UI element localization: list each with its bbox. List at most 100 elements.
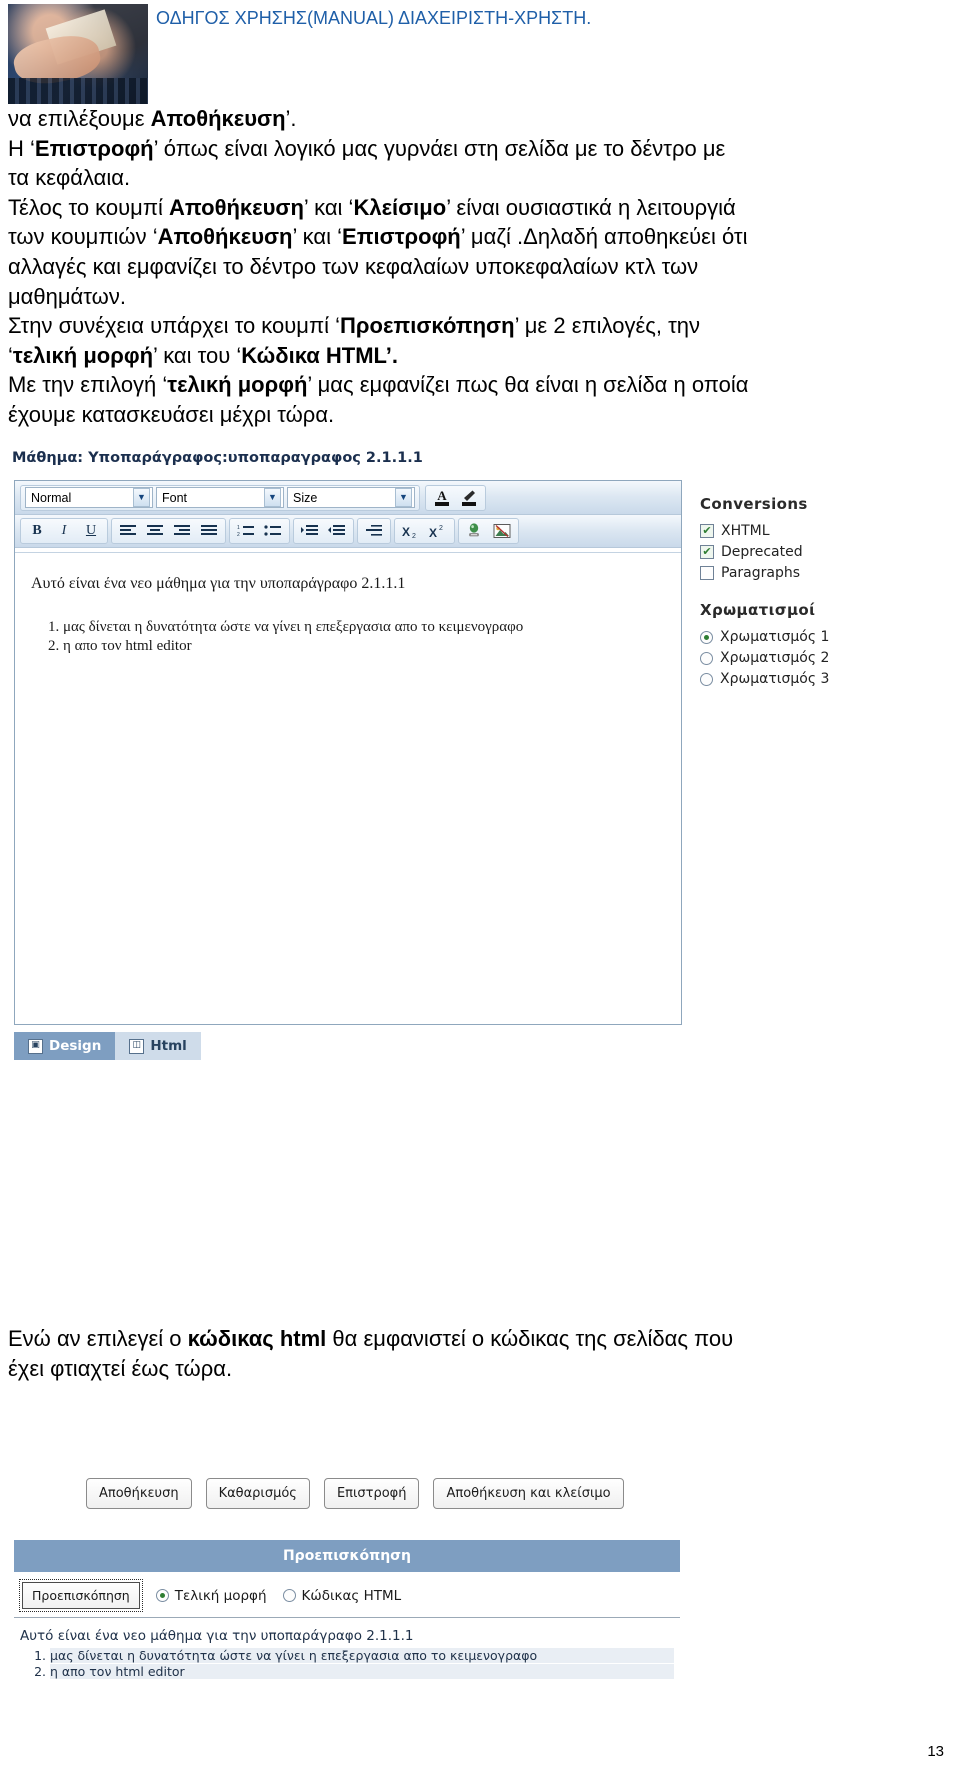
paragraph-line-7: μαθημάτων. xyxy=(8,283,126,309)
page-title: ΟΔΗΓΟΣ ΧΡΗΣΗΣ(MANUAL) ΔΙΑΧΕΙΡΙΣΤΗ-ΧΡΗΣΤΗ… xyxy=(156,8,592,28)
header-photo xyxy=(8,4,148,104)
conversion-option-xhtml[interactable]: ✔ XHTML xyxy=(700,523,900,539)
align-left-button[interactable] xyxy=(116,520,140,543)
insert-link-icon[interactable] xyxy=(463,520,487,543)
tab-html[interactable]: ◫ Html xyxy=(115,1032,201,1060)
text-run: Ενώ αν επιλεγεί ο xyxy=(8,1326,188,1351)
conversions-heading: Conversions xyxy=(700,495,808,513)
text-run-bold: Επιστροφή xyxy=(342,224,461,250)
underline-button[interactable]: U xyxy=(79,520,103,543)
editor-ordered-list: μας δίνεται η δυνατότητα ώστε να γίνει η… xyxy=(37,619,665,655)
checkbox-icon[interactable]: ✔ xyxy=(700,545,714,559)
list-item: η απο τον html editor xyxy=(50,1664,674,1679)
paragraph-line-4: Τέλος το κουμπί Αποθήκευση’ και ‘Κλείσιμ… xyxy=(8,194,848,223)
checkbox-icon[interactable]: ✔ xyxy=(700,524,714,538)
svg-text:2: 2 xyxy=(237,532,240,538)
paragraph-line-1: να επιλέξουμε Αποθήκευση’. xyxy=(8,105,848,134)
italic-button[interactable]: I xyxy=(52,520,76,543)
tab-design[interactable]: ▣ Design xyxy=(14,1032,116,1060)
conversion-option-deprecated[interactable]: ✔ Deprecated xyxy=(700,544,900,560)
font-color-icon[interactable]: A xyxy=(430,486,454,509)
text-run-bold: Κώδικα HTML’. xyxy=(241,342,398,368)
paragraph-line-8: Στην συνέχεια υπάρχει το κουμπί ‘Προεπισ… xyxy=(8,312,848,341)
radio-icon[interactable] xyxy=(155,1589,169,1602)
checkbox-icon[interactable] xyxy=(700,566,714,580)
text-run: ’ και ‘ xyxy=(292,224,343,250)
radio-icon[interactable] xyxy=(700,651,713,665)
text-run: ’ με 2 επιλογές, την xyxy=(514,313,701,339)
font-select[interactable]: Font ▼ xyxy=(156,487,284,508)
list-item: η απο τον html editor xyxy=(63,638,665,655)
outdent-button[interactable] xyxy=(325,520,349,543)
return-button[interactable]: Επιστροφή xyxy=(323,1478,420,1509)
text-run-bold: Προεπισκόπηση xyxy=(340,313,515,339)
radio-icon[interactable] xyxy=(700,630,713,644)
subscript-button[interactable]: X2 xyxy=(399,520,423,543)
editor-toolbar-row-2: B I U 1 2 X 2 X 2 xyxy=(15,515,681,548)
paragraph-line-2: Η ‘Επιστροφή’ όπως είναι λογικό μας γυρν… xyxy=(8,135,848,164)
toolbar-color-group: A xyxy=(425,484,486,511)
text-run: Η ‘ xyxy=(8,135,35,161)
editor-canvas[interactable]: Αυτό είναι ένα νεο μάθημα για την υποπαρ… xyxy=(15,552,681,1024)
editor-toolbar-row-1: Normal ▼ Font ▼ Size ▼ A xyxy=(15,481,681,515)
indent-button[interactable] xyxy=(298,520,322,543)
color-option-3[interactable]: Χρωματισμός 3 xyxy=(700,671,900,687)
body-text-top: να επιλέξουμε Αποθήκευση’. Η ‘Επιστροφή’… xyxy=(8,105,848,431)
options-panel: Conversions ✔ XHTML ✔ Deprecated Paragra… xyxy=(700,495,900,692)
editor-paragraph: Αυτό είναι ένα νεο μάθημα για την υποπαρ… xyxy=(31,575,406,592)
format-select-value: Normal xyxy=(31,490,72,505)
list-item: μας δίνεται η δυνατότητα ώστε να γίνει η… xyxy=(50,1648,674,1663)
chevron-down-icon[interactable]: ▼ xyxy=(133,488,150,507)
save-button[interactable]: Αποθήκευση xyxy=(86,1478,192,1509)
editor-document[interactable]: Αυτό είναι ένα νεο μάθημα για την υποπαρ… xyxy=(15,553,681,655)
color-option-2[interactable]: Χρωματισμός 2 xyxy=(700,650,900,666)
bold-button[interactable]: B xyxy=(25,520,49,543)
paragraph-line-5: των κουμπιών ‘Αποθήκευση’ και ‘Επιστροφή… xyxy=(8,223,848,252)
text-run-bold: Αποθήκευση xyxy=(169,194,304,220)
align-justify-button[interactable] xyxy=(197,520,221,543)
ordered-list-button[interactable]: 12 xyxy=(234,520,258,543)
preview-option-html[interactable]: Κώδικας HTML xyxy=(282,1588,401,1604)
radio-icon[interactable] xyxy=(700,672,713,686)
insert-image-icon[interactable] xyxy=(490,520,514,543)
text-run: ’ είναι ουσιαστικά η λειτουργιά xyxy=(446,194,736,220)
toolbar-list-group: 12 xyxy=(229,518,290,544)
color-label: Χρωματισμός 3 xyxy=(720,671,830,687)
size-select[interactable]: Size ▼ xyxy=(287,487,415,508)
format-select[interactable]: Normal ▼ xyxy=(25,487,153,508)
svg-text:X: X xyxy=(429,526,437,539)
text-run: ’ μας εμφανίζει πως θα είναι η σελίδα η … xyxy=(307,372,749,398)
highlight-color-icon[interactable] xyxy=(457,486,481,509)
color-option-1[interactable]: Χρωματισμός 1 xyxy=(700,629,900,645)
editor-mode-tabs: ▣ Design ◫ Html xyxy=(14,1032,201,1060)
text-run: Τέλος το κουμπί xyxy=(8,194,170,220)
color-label: Χρωματισμός 2 xyxy=(720,650,830,666)
clear-button[interactable]: Καθαρισμός xyxy=(205,1478,310,1509)
toolbar-script-group: X2 X2 xyxy=(394,518,455,544)
embedded-screenshot: Μάθημα: Υποπαράγραφος:υποπαραγραφος 2.1.… xyxy=(0,440,960,1679)
text-run-bold: Επιστροφή xyxy=(34,135,154,161)
html-icon: ◫ xyxy=(129,1038,145,1054)
text-run: Στην συνέχεια υπάρχει το κουμπί ‘ xyxy=(8,313,341,339)
preview-button[interactable]: Προεπισκόπηση xyxy=(19,1579,143,1612)
unordered-list-button[interactable] xyxy=(261,520,285,543)
preview-body: Αυτό είναι ένα νεο μάθημα για την υποπαρ… xyxy=(14,1618,680,1679)
preview-controls: Προεπισκόπηση Τελική μορφή Κώδικας HTML xyxy=(14,1572,680,1618)
photo-keyboard-shape xyxy=(8,78,148,104)
paragraph-line-9: ‘τελική μορφή’ και του ‘Κώδικα HTML’. xyxy=(8,342,848,371)
align-right-button[interactable] xyxy=(170,520,194,543)
text-run: ’. xyxy=(285,106,297,131)
align-center-button[interactable] xyxy=(143,520,167,543)
toolbar-align-group xyxy=(111,518,226,544)
superscript-button[interactable]: X2 xyxy=(426,520,450,543)
radio-icon[interactable] xyxy=(282,1589,296,1602)
footer-paragraph-line-1: Ενώ αν επιλεγεί ο κώδικας html θα εμφανι… xyxy=(8,1325,908,1354)
preview-option-final[interactable]: Τελική μορφή xyxy=(155,1588,267,1604)
chevron-down-icon[interactable]: ▼ xyxy=(264,488,281,507)
save-and-close-button[interactable]: Αποθήκευση και κλείσιμο xyxy=(433,1478,624,1509)
text-run-bold: Αποθήκευση xyxy=(150,106,286,131)
conversion-option-paragraphs[interactable]: Paragraphs xyxy=(700,565,900,581)
horizontal-rule-button[interactable] xyxy=(362,520,386,543)
text-run-bold: Αποθήκευση xyxy=(157,224,293,250)
chevron-down-icon[interactable]: ▼ xyxy=(395,488,412,507)
